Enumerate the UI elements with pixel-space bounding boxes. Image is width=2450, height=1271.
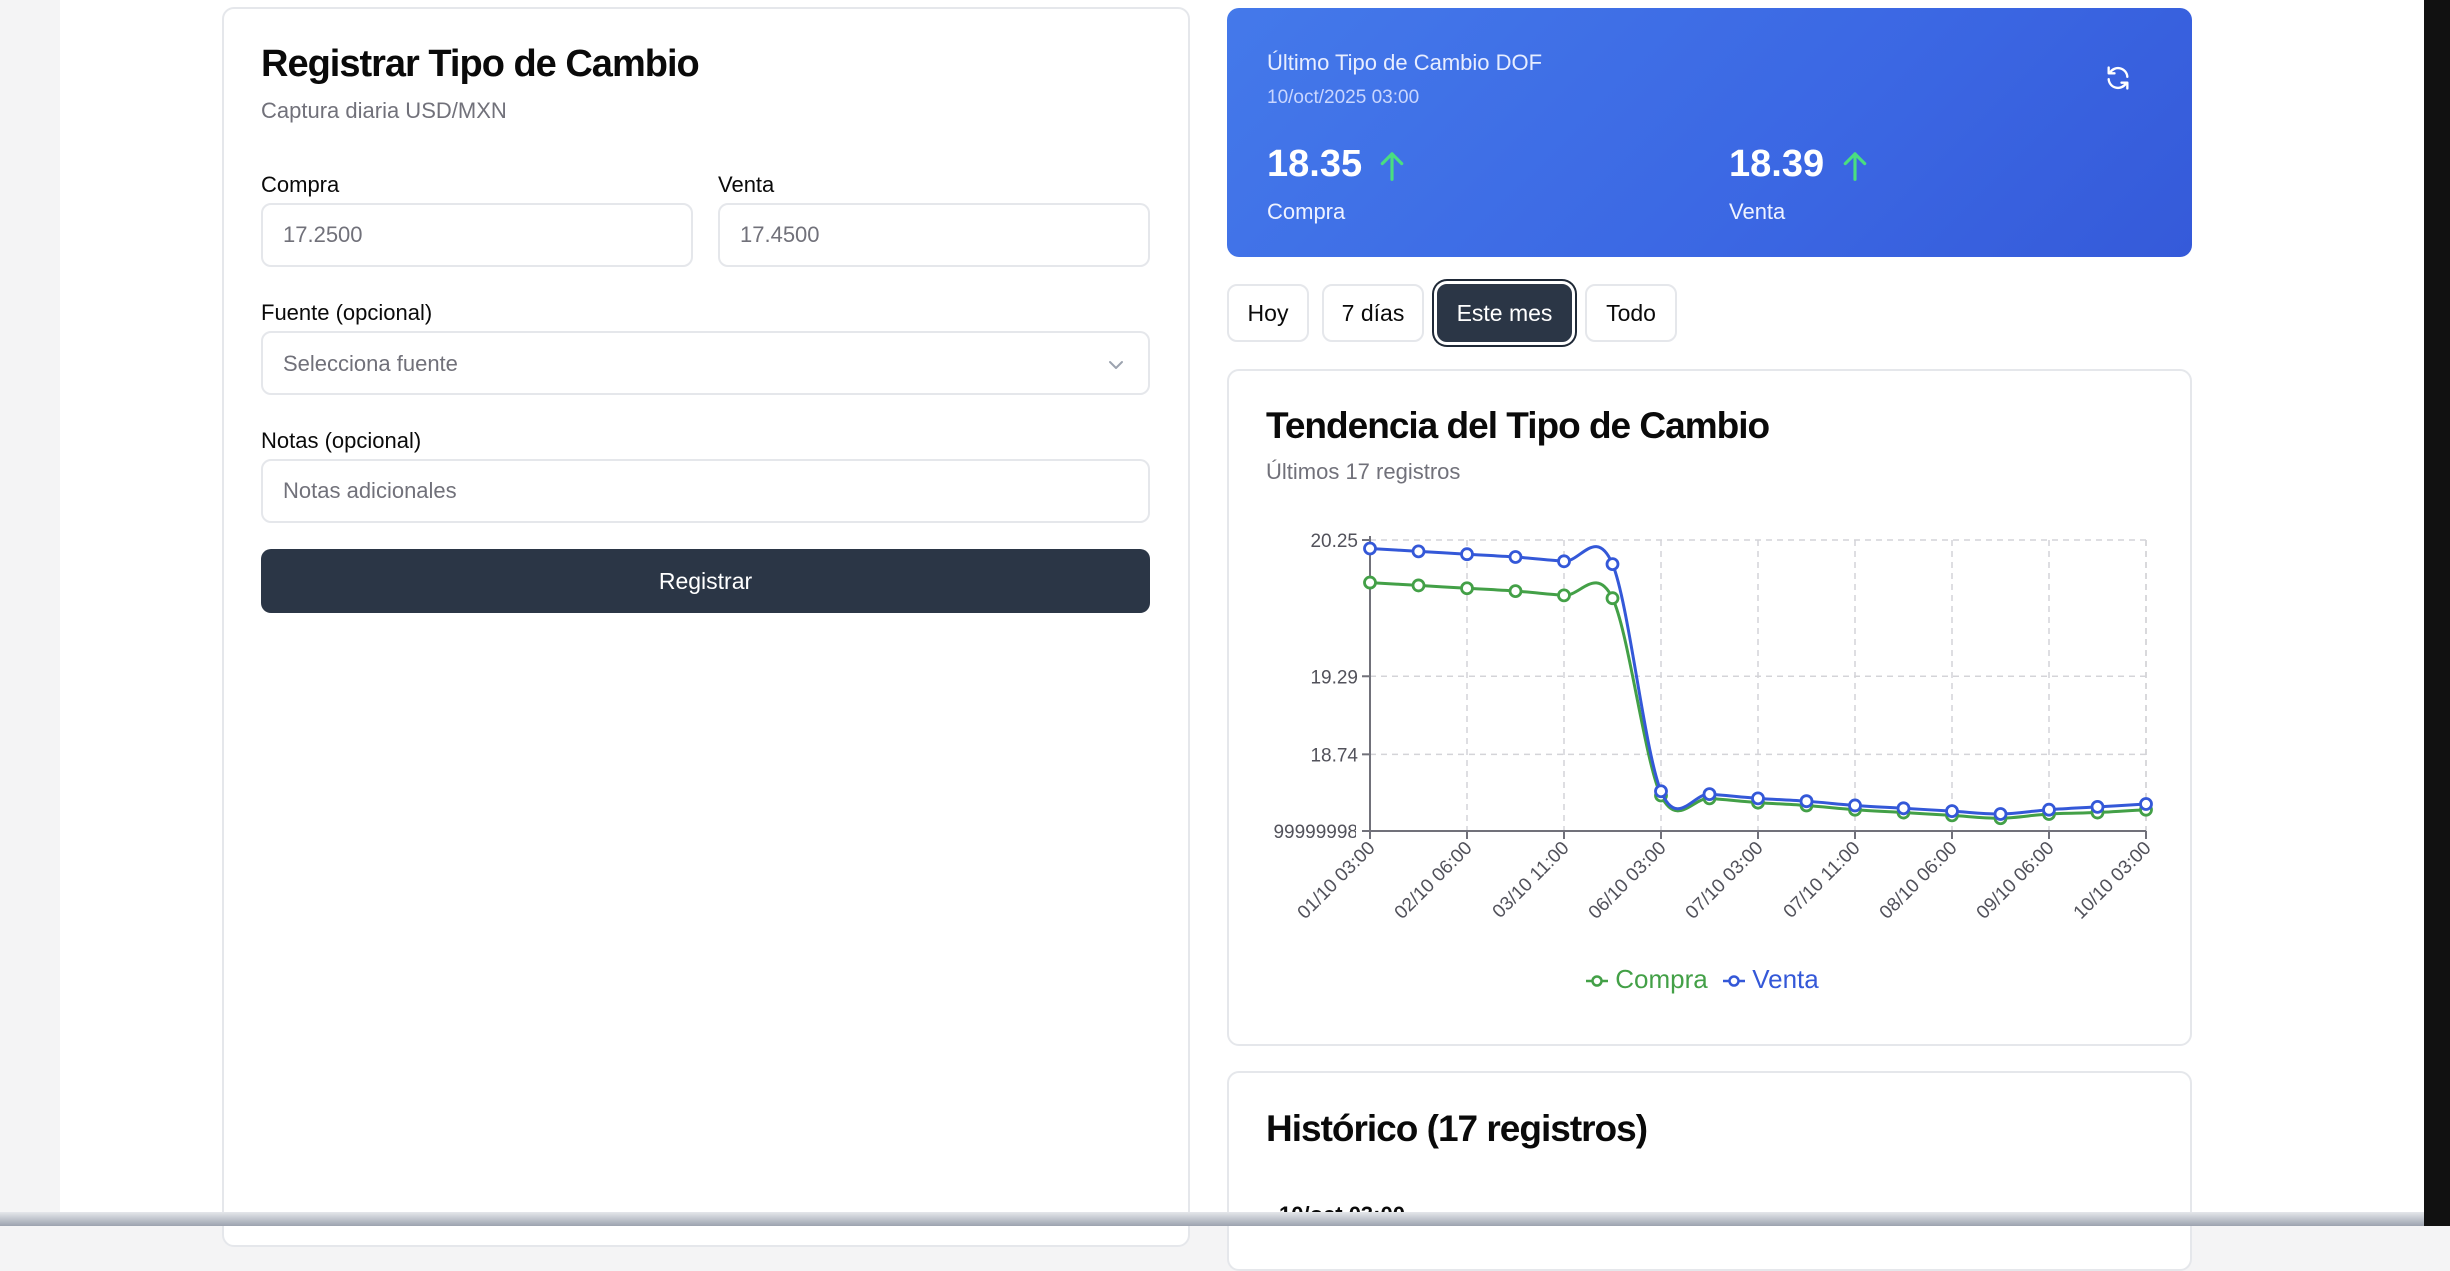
y-tick-label-clip: 99999998: [1273, 822, 1358, 843]
fuente-label: Fuente (opcional): [261, 300, 433, 325]
x-tick-label: 07/10 11:00: [1780, 838, 1865, 923]
latest-rate-card: Último Tipo de Cambio DOF 10/oct/2025 03…: [1227, 8, 2192, 257]
filter-7dias-button[interactable]: 7 días: [1322, 284, 1424, 342]
legend-venta-marker: [1723, 975, 1745, 987]
data-point-compra: [1605, 591, 1620, 606]
y-tick-label: 99999998: [1273, 822, 1358, 843]
venta-rate-value: 18.39: [1729, 143, 1825, 185]
arrow-up-icon: [1843, 152, 1867, 181]
data-point-venta: [1945, 804, 1959, 819]
data-point-venta: [1896, 801, 1911, 816]
legend-compra-label: Compra: [1615, 964, 1708, 994]
data-point-venta: [2090, 799, 2105, 814]
compra-input[interactable]: [261, 203, 693, 267]
filter-este-mes-button[interactable]: Este mes: [1437, 284, 1572, 342]
x-tick-label: 08/10 06:00: [1876, 838, 1962, 924]
window-bottom-edge: [0, 1212, 2424, 1226]
venta-input[interactable]: [718, 203, 1150, 267]
x-tick-label: 10/10 03:00: [2070, 838, 2156, 924]
data-point-venta: [1799, 794, 1814, 809]
refresh-icon[interactable]: [2104, 64, 2132, 92]
registrar-button[interactable]: Registrar: [261, 549, 1150, 613]
x-tick-label: 01/10 03:00: [1294, 838, 1380, 924]
data-point-venta: [2139, 797, 2153, 811]
x-tick-label: 09/10 06:00: [1973, 838, 2059, 924]
latest-rate-timestamp: 10/oct/2025 03:00: [1267, 87, 1420, 108]
notas-label: Notas (opcional): [261, 428, 422, 453]
x-tick-label: 06/10 03:00: [1585, 838, 1671, 924]
fuente-select-value: Selecciona fuente: [283, 351, 458, 376]
notas-input[interactable]: [261, 459, 1150, 523]
venta-label: Venta: [718, 172, 775, 197]
data-point-venta: [1363, 541, 1377, 556]
compra-rate-label: Compra: [1267, 199, 1346, 224]
data-point-venta: [1508, 550, 1523, 564]
data-point-compra: [1363, 575, 1377, 590]
x-tick-label: 03/10 11:00: [1489, 838, 1574, 923]
compra-label: Compra: [261, 172, 340, 197]
trend-line-chart: 20.25 19.29 18.74 9999999801/10 03:00 02/10 …: [1273, 531, 2156, 924]
window-right-edge: [2424, 0, 2450, 1226]
data-point-venta: [1411, 544, 1426, 559]
form-subtitle: Captura diaria USD/MXN: [261, 98, 507, 123]
filter-hoy-button[interactable]: Hoy: [1227, 284, 1309, 342]
legend-compra-marker: [1586, 975, 1608, 987]
data-point-compra: [1508, 584, 1523, 599]
data-point-venta: [1654, 784, 1668, 799]
legend-venta[interactable]: Venta: [1723, 964, 1819, 995]
data-point-compra: [1460, 581, 1474, 596]
fuente-select[interactable]: Selecciona fuente: [261, 331, 1150, 395]
y-tick-label: 18.74: [1310, 745, 1358, 766]
y-tick-label: 19.29: [1310, 667, 1358, 688]
data-point-compra: [1557, 588, 1571, 603]
data-point-venta: [1557, 554, 1571, 569]
register-form-card: [222, 7, 1190, 1247]
trend-subtitle: Últimos 17 registros: [1266, 459, 1461, 484]
data-point-venta: [1751, 791, 1765, 806]
data-point-venta: [1460, 547, 1474, 562]
latest-rate-title: Último Tipo de Cambio DOF: [1267, 50, 1543, 75]
filter-todo-button[interactable]: Todo: [1585, 284, 1677, 342]
data-point-venta: [1993, 807, 2008, 821]
data-point-compra: [1411, 578, 1426, 593]
form-title: Registrar Tipo de Cambio: [261, 43, 700, 85]
trend-title: Tendencia del Tipo de Cambio: [1266, 405, 1770, 446]
y-tick-label: 20.25: [1310, 531, 1358, 552]
x-tick-label: 02/10 06:00: [1391, 838, 1477, 924]
data-point-venta: [1702, 787, 1717, 801]
data-point-venta: [1848, 798, 1862, 813]
venta-rate-label: Venta: [1729, 199, 1786, 224]
history-card: [1227, 1071, 2192, 1271]
history-title: Histórico (17 registros): [1266, 1108, 1648, 1149]
data-point-venta: [1605, 557, 1620, 572]
legend-compra[interactable]: Compra: [1586, 964, 1708, 995]
x-tick-label: 07/10 03:00: [1682, 838, 1768, 924]
legend-venta-label: Venta: [1752, 964, 1819, 994]
data-point-venta: [2042, 802, 2056, 817]
chevron-down-icon: [1109, 361, 1123, 369]
arrow-up-icon: [1380, 152, 1404, 181]
compra-rate-value: 18.35: [1267, 143, 1363, 185]
